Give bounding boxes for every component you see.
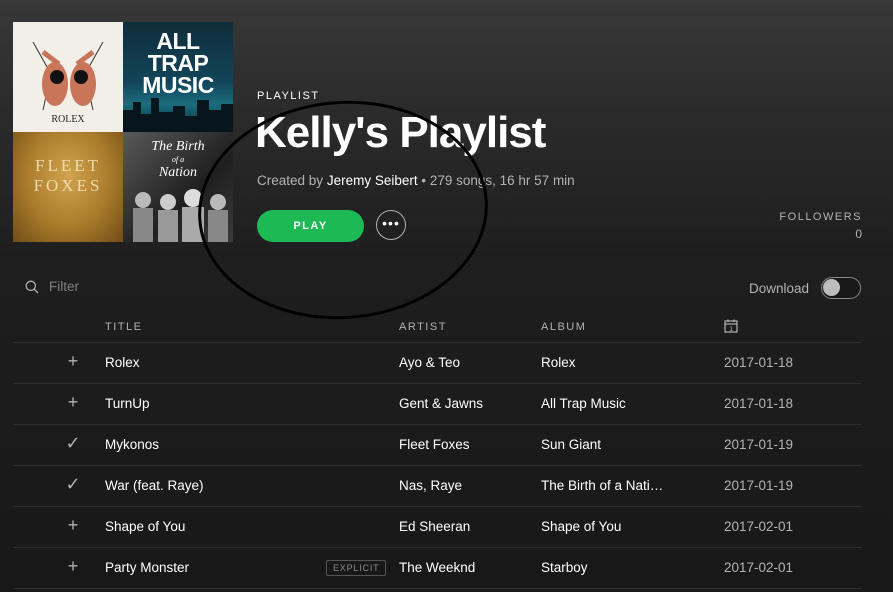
followers-stat: FOLLOWERS 0 xyxy=(779,211,862,241)
track-album[interactable]: Sun Giant xyxy=(541,437,601,452)
add-icon[interactable]: + xyxy=(64,351,82,371)
checkmark-icon[interactable]: ✓ xyxy=(64,474,82,494)
track-list: + Rolex Ayo & Teo Rolex 2017-01-18 + Tur… xyxy=(13,343,861,589)
cover-tile-birth-of-a-nation: The Birth of a Nation xyxy=(123,132,233,242)
search-icon xyxy=(25,280,39,293)
track-date-added: 2017-01-19 xyxy=(724,437,794,452)
track-row[interactable]: ✓ Mykonos Fleet Foxes Sun Giant 2017-01-… xyxy=(13,425,861,466)
track-artist[interactable]: Gent & Jawns xyxy=(399,396,483,411)
track-row[interactable]: + Shape of You Ed Sheeran Shape of You 2… xyxy=(13,507,861,548)
checkmark-icon[interactable]: ✓ xyxy=(64,433,82,453)
track-title: Shape of You xyxy=(105,519,186,534)
download-toggle[interactable] xyxy=(821,277,861,299)
column-header-date[interactable]: 1 xyxy=(724,319,738,336)
filter-input[interactable]: Filter xyxy=(49,279,79,294)
track-date-added: 2017-02-01 xyxy=(724,560,794,575)
add-icon[interactable]: + xyxy=(64,392,82,412)
track-row[interactable]: ✓ War (feat. Raye) Nas, Raye The Birth o… xyxy=(13,466,861,507)
track-row[interactable]: + Rolex Ayo & Teo Rolex 2017-01-18 xyxy=(13,343,861,384)
add-icon[interactable]: + xyxy=(64,515,82,535)
followers-label: FOLLOWERS xyxy=(779,211,862,223)
track-artist[interactable]: Ed Sheeran xyxy=(399,519,470,534)
playlist-cover: ROLEX ALL TRAP MUSIC FLEET FOXES The Bir… xyxy=(13,22,233,242)
track-date-added: 2017-01-18 xyxy=(724,355,794,370)
play-button[interactable]: PLAY xyxy=(257,210,364,242)
crowd-artwork xyxy=(133,189,228,242)
track-artist[interactable]: Fleet Foxes xyxy=(399,437,470,452)
calendar-icon: 1 xyxy=(724,319,738,333)
cover-text-line: FLEET xyxy=(35,156,101,175)
cover-tile-all-trap-music: ALL TRAP MUSIC xyxy=(123,22,233,132)
playlist-title: Kelly's Playlist xyxy=(255,108,546,157)
ellipsis-icon: ••• xyxy=(382,215,400,231)
filter-field[interactable]: Filter xyxy=(25,279,79,294)
playlist-stats: • 279 songs, 16 hr 57 min xyxy=(421,173,575,188)
download-control: Download xyxy=(749,277,861,299)
track-album[interactable]: All Trap Music xyxy=(541,396,626,411)
column-header-artist[interactable]: ARTIST xyxy=(399,321,447,333)
created-by-prefix: Created by xyxy=(257,173,324,188)
cover-tile-rolex: ROLEX xyxy=(13,22,123,132)
column-header-title[interactable]: TITLE xyxy=(105,321,142,333)
column-header-album[interactable]: ALBUM xyxy=(541,321,586,333)
cover-text-line: FOXES xyxy=(33,176,103,195)
track-title: Party Monster xyxy=(105,560,190,575)
more-options-button[interactable]: ••• xyxy=(376,210,406,240)
followers-count: 0 xyxy=(855,227,862,241)
track-artist[interactable]: The Weeknd xyxy=(399,560,475,575)
add-icon[interactable]: + xyxy=(64,556,82,576)
track-row[interactable]: + TurnUp Gent & Jawns All Trap Music 201… xyxy=(13,384,861,425)
track-table-header: TITLE ARTIST ALBUM 1 xyxy=(13,318,861,343)
toggle-knob xyxy=(823,279,840,296)
creator-link[interactable]: Jeremy Seibert xyxy=(327,173,418,188)
track-album[interactable]: Shape of You xyxy=(541,519,621,534)
skyline-artwork xyxy=(123,98,233,132)
cover-text-rolex: ROLEX xyxy=(51,114,85,125)
track-title: Mykonos xyxy=(105,437,160,452)
cover-tile-fleet-foxes: FLEET FOXES xyxy=(13,132,123,242)
track-album[interactable]: The Birth of a Nati… xyxy=(541,478,663,493)
track-date-added: 2017-02-01 xyxy=(724,519,794,534)
track-title: War (feat. Raye) xyxy=(105,478,204,493)
download-label: Download xyxy=(748,280,809,296)
track-date-added: 2017-01-19 xyxy=(724,478,794,493)
track-title: Rolex xyxy=(105,355,140,370)
playlist-meta: Created by Jeremy Seibert • 279 songs, 1… xyxy=(257,173,575,188)
track-title: TurnUp xyxy=(105,396,150,411)
playlist-type-label: PLAYLIST xyxy=(257,90,320,102)
track-row[interactable]: + Party Monster EXPLICIT The Weeknd Star… xyxy=(13,548,861,589)
explicit-badge: EXPLICIT xyxy=(326,560,387,576)
track-album[interactable]: Rolex xyxy=(541,355,576,370)
track-album[interactable]: Starboy xyxy=(541,560,588,575)
svg-text:1: 1 xyxy=(729,326,734,333)
track-date-added: 2017-01-18 xyxy=(724,396,794,411)
track-artist[interactable]: Ayo & Teo xyxy=(399,355,460,370)
track-artist[interactable]: Nas, Raye xyxy=(399,478,462,493)
